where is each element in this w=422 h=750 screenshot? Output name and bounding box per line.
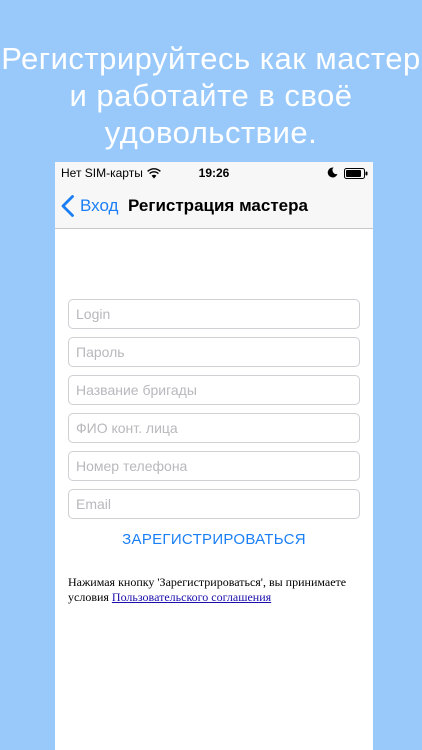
battery-icon bbox=[344, 168, 368, 179]
headline-line-1: Регистрируйтесь как мастер bbox=[1, 41, 421, 76]
terms-link[interactable]: Пользовательского соглашения bbox=[112, 590, 271, 604]
back-button[interactable]: Вход bbox=[61, 184, 118, 228]
status-bar: Нет SIM-карты 19:26 bbox=[55, 162, 373, 184]
phone-field[interactable] bbox=[68, 451, 360, 481]
phone-screen: Нет SIM-карты 19:26 Вход Регистрация мас… bbox=[55, 162, 373, 750]
do-not-disturb-moon-icon bbox=[327, 167, 338, 178]
email-field[interactable] bbox=[68, 489, 360, 519]
headline-line-2: и работайте в своё bbox=[69, 78, 353, 113]
chevron-left-icon bbox=[61, 195, 74, 217]
team-name-field[interactable] bbox=[68, 375, 360, 405]
terms-notice: Нажимая кнопку 'Зарегистрироваться', вы … bbox=[68, 575, 363, 605]
registration-form bbox=[68, 299, 360, 527]
headline-line-3: удовольствие. bbox=[104, 115, 318, 150]
back-button-label: Вход bbox=[80, 196, 119, 215]
login-field[interactable] bbox=[68, 299, 360, 329]
contact-name-field[interactable] bbox=[68, 413, 360, 443]
register-button[interactable]: ЗАРЕГИСТРИРОВАТЬСЯ bbox=[55, 531, 373, 548]
navigation-bar: Вход Регистрация мастера bbox=[55, 184, 373, 228]
page-title: Регистрация мастера bbox=[128, 196, 308, 215]
password-field[interactable] bbox=[68, 337, 360, 367]
promo-headline: Регистрируйтесь как мастер и работайте в… bbox=[0, 40, 422, 151]
status-time: 19:26 bbox=[198, 166, 230, 180]
top-bar: Нет SIM-карты 19:26 Вход Регистрация мас… bbox=[55, 162, 373, 229]
